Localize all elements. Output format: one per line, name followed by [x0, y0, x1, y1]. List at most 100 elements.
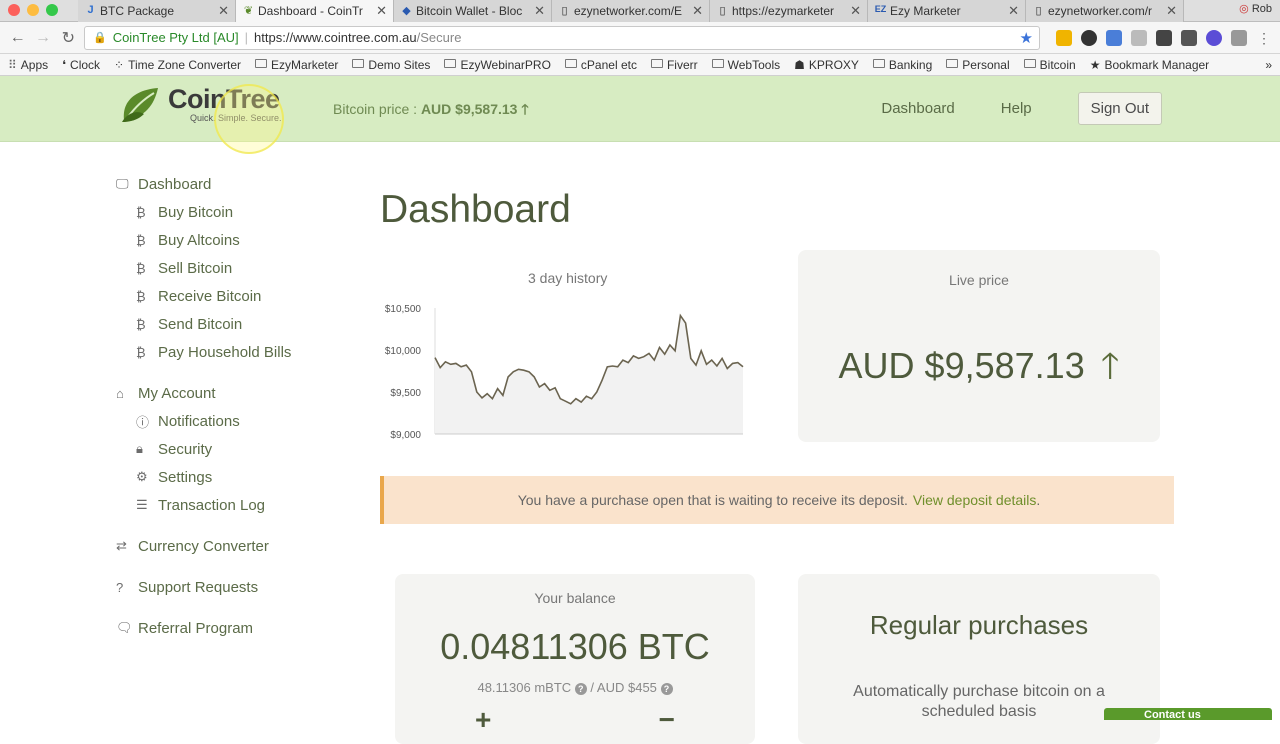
close-tab-icon[interactable]: ✕: [534, 3, 545, 19]
browser-tab[interactable]: EZEzy Marketer✕: [868, 0, 1026, 22]
sidebar-item-currency-converter[interactable]: ⇄Currency Converter: [116, 532, 346, 560]
bookmark-manager[interactable]: ★Bookmark Manager: [1090, 58, 1209, 72]
chat-icon: 🗨: [116, 620, 138, 636]
profile-button[interactable]: ◎ Rob: [1239, 2, 1272, 15]
browser-tab[interactable]: ▯ezynetworker.com/r✕: [1026, 0, 1184, 22]
close-window-button[interactable]: [8, 4, 20, 16]
bitcoin-icon: ₿: [136, 261, 158, 276]
bookmark-folder[interactable]: Personal: [946, 58, 1009, 72]
minus-icon[interactable]: −: [659, 704, 675, 736]
sidebar-item-support[interactable]: ?Support Requests: [116, 573, 346, 601]
page-title: Dashboard: [380, 188, 571, 232]
sidebar-item-notifications[interactable]: ⓘNotifications: [116, 407, 346, 435]
gear-icon: ⚙: [136, 469, 158, 485]
history-chart-card: 3 day history $10,500$10,000$9,500$9,000: [380, 266, 760, 446]
bookmark-folder[interactable]: Banking: [873, 58, 932, 72]
close-tab-icon[interactable]: ✕: [1008, 3, 1019, 19]
extension-icon[interactable]: [1181, 30, 1197, 46]
logo-name: CoinTree: [168, 85, 282, 113]
sidebar-item-referral[interactable]: 🗨Referral Program: [116, 614, 346, 642]
bookmark-timezone[interactable]: ⁘Time Zone Converter: [114, 58, 241, 72]
sidebar: 🖵Dashboard ₿Buy Bitcoin ₿Buy Altcoins ₿S…: [116, 170, 346, 642]
info-icon: ⓘ: [136, 412, 158, 431]
extension-icon[interactable]: [1081, 30, 1097, 46]
bookmark-folder[interactable]: Fiverr: [651, 58, 698, 72]
sign-out-button[interactable]: Sign Out: [1078, 92, 1162, 125]
folder-icon: [444, 59, 456, 68]
view-deposit-details-link[interactable]: View deposit details: [913, 492, 1036, 508]
sidebar-item-receive-bitcoin[interactable]: ₿Receive Bitcoin: [116, 282, 346, 310]
browser-tab[interactable]: JBTC Package✕: [78, 0, 236, 22]
extension-icon[interactable]: [1231, 30, 1247, 46]
bookmark-folder[interactable]: EzyMarketer: [255, 58, 338, 72]
sidebar-item-security[interactable]: 🔒︎Security: [116, 435, 346, 463]
nav-help[interactable]: Help: [1001, 100, 1032, 117]
bookmark-kproxy[interactable]: ☗KPROXY: [794, 58, 859, 72]
extension-icon[interactable]: [1131, 30, 1147, 46]
minimize-window-button[interactable]: [27, 4, 39, 16]
url-input[interactable]: 🔒 CoinTree Pty Ltd [AU] | https://www.co…: [84, 26, 1040, 50]
folder-icon: [565, 59, 577, 68]
sidebar-item-send-bitcoin[interactable]: ₿Send Bitcoin: [116, 310, 346, 338]
bookmark-folder[interactable]: Demo Sites: [352, 58, 430, 72]
maximize-window-button[interactable]: [46, 4, 58, 16]
extension-icon[interactable]: [1206, 30, 1222, 46]
menu-icon[interactable]: ⋮: [1256, 30, 1272, 46]
j-icon: J: [84, 4, 97, 16]
close-tab-icon[interactable]: ✕: [1166, 3, 1177, 19]
close-tab-icon[interactable]: ✕: [692, 3, 703, 19]
sidebar-item-dashboard[interactable]: 🖵Dashboard: [116, 170, 346, 198]
history-title: 3 day history: [528, 270, 607, 286]
extension-icon[interactable]: [1056, 30, 1072, 46]
diamond-icon: ◆: [400, 4, 413, 17]
sidebar-item-sell-bitcoin[interactable]: ₿Sell Bitcoin: [116, 254, 346, 282]
y-tick-label: $10,000: [385, 346, 422, 357]
site-header: CoinTree Quick. Simple. Secure. Bitcoin …: [0, 76, 1280, 142]
close-tab-icon[interactable]: ✕: [850, 3, 861, 19]
page-icon: ▯: [716, 4, 729, 17]
bookmark-clock[interactable]: ❛Clock: [62, 58, 100, 72]
bookmark-star-icon[interactable]: ★: [1020, 29, 1033, 47]
sidebar-item-settings[interactable]: ⚙Settings: [116, 463, 346, 491]
browser-tab-active[interactable]: ❦Dashboard - CoinTr✕: [236, 0, 394, 22]
close-tab-icon[interactable]: ✕: [376, 3, 387, 19]
bookmark-folder[interactable]: WebTools: [712, 58, 780, 72]
plus-icon[interactable]: +: [475, 704, 491, 736]
reload-button[interactable]: ↻: [59, 28, 78, 48]
back-button[interactable]: ←: [8, 29, 27, 47]
extension-icon[interactable]: [1156, 30, 1172, 46]
y-tick-label: $9,000: [390, 430, 421, 441]
header-nav: Dashboard Help Sign Out: [881, 92, 1162, 125]
extension-icon[interactable]: [1106, 30, 1122, 46]
sidebar-item-buy-bitcoin[interactable]: ₿Buy Bitcoin: [116, 198, 346, 226]
leaf-icon: ❦: [242, 4, 255, 17]
bookmark-apps[interactable]: ⠿Apps: [8, 58, 48, 72]
y-tick-label: $9,500: [390, 388, 421, 399]
arrow-up-icon: 🡑: [1101, 345, 1120, 386]
list-icon: ☰: [136, 497, 158, 513]
bookmark-folder[interactable]: cPanel etc: [565, 58, 637, 72]
sidebar-item-buy-altcoins[interactable]: ₿Buy Altcoins: [116, 226, 346, 254]
help-icon[interactable]: ?: [575, 683, 587, 695]
lock-icon: 🔒: [93, 31, 107, 44]
browser-tab[interactable]: ▯https://ezymarketer✕: [710, 0, 868, 22]
sidebar-item-transaction-log[interactable]: ☰Transaction Log: [116, 491, 346, 519]
balance-card: Your balance 0.04811306 BTC 48.11306 mBT…: [395, 574, 755, 744]
bookmark-folder[interactable]: Bitcoin: [1024, 58, 1076, 72]
sidebar-item-my-account[interactable]: ⌂My Account: [116, 379, 346, 407]
close-tab-icon[interactable]: ✕: [218, 3, 229, 19]
more-bookmarks-icon[interactable]: »: [1265, 58, 1272, 72]
browser-tab[interactable]: ▯ezynetworker.com/E✕: [552, 0, 710, 22]
bookmark-folder[interactable]: EzyWebinarPRO: [444, 58, 550, 72]
help-icon[interactable]: ?: [661, 683, 673, 695]
folder-icon: [352, 59, 364, 68]
cointree-logo[interactable]: CoinTree Quick. Simple. Secure.: [120, 84, 282, 124]
forward-button[interactable]: →: [33, 29, 52, 47]
nav-dashboard[interactable]: Dashboard: [881, 100, 954, 117]
bitcoin-icon: ₿: [136, 317, 158, 332]
arrow-up-icon: 🡑: [521, 101, 528, 117]
sidebar-item-pay-bills[interactable]: ₿Pay Household Bills: [116, 338, 346, 366]
folder-icon: [255, 59, 267, 68]
contact-us-button[interactable]: Contact us: [1104, 708, 1272, 720]
browser-tab[interactable]: ◆Bitcoin Wallet - Bloc✕: [394, 0, 552, 22]
